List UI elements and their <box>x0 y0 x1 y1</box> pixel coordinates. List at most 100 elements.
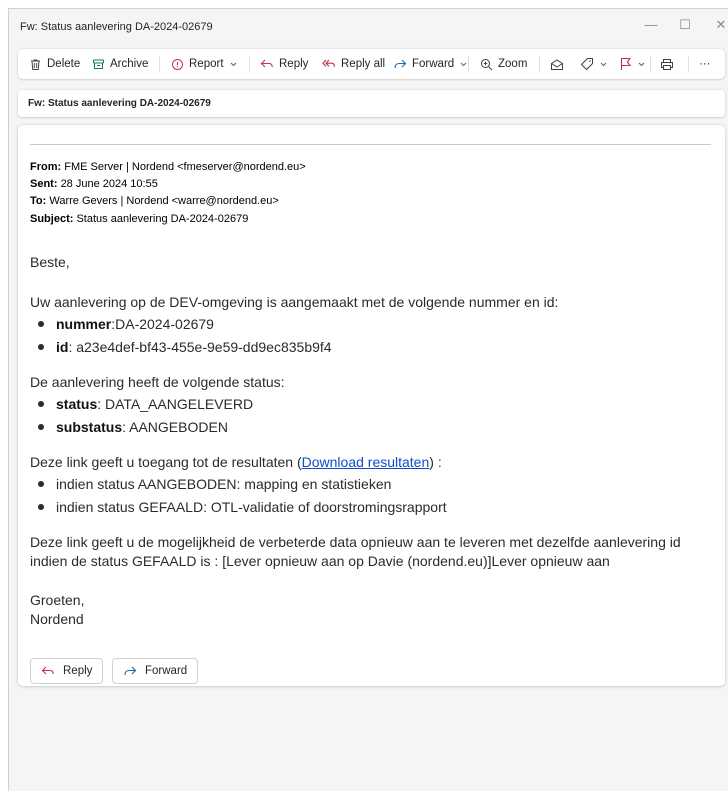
mark-read-button[interactable] <box>550 49 564 79</box>
reply-icon <box>41 665 55 677</box>
toolbar-separator <box>650 56 651 72</box>
zoom-label: Zoom <box>498 58 528 70</box>
bullet <box>38 321 44 328</box>
toolbar-separator <box>159 56 160 72</box>
delete-label: Delete <box>47 58 81 70</box>
from-label: From: <box>30 161 62 173</box>
reply-button[interactable]: Reply <box>260 49 308 79</box>
archive-button[interactable]: Archive <box>91 49 148 79</box>
maximize-button[interactable]: ☐ <box>675 17 695 33</box>
toolbar-separator <box>539 56 540 72</box>
link-post-text: ) : <box>429 454 442 470</box>
message-body: From: FME Server | Nordend <fmeserver@no… <box>18 125 725 686</box>
item-text: indien status AANGEBODEN: mapping en sta… <box>56 476 392 492</box>
toolbar-separator <box>688 56 689 72</box>
subject-bar: Fw: Status aanlevering DA-2024-02679 <box>18 90 725 117</box>
reply-icon <box>260 57 274 71</box>
item-key: nummer <box>56 316 112 332</box>
intro-text: Uw aanlevering op de DEV-omgeving is aan… <box>30 294 559 310</box>
reply-action-button[interactable]: Reply <box>30 658 104 684</box>
flag-button[interactable] <box>618 49 645 79</box>
item-key: substatus <box>56 419 123 435</box>
toolbar-separator <box>468 56 469 72</box>
reply-all-icon <box>322 57 336 71</box>
chevron-down-icon <box>600 62 607 67</box>
close-button[interactable]: ✕ <box>711 17 728 33</box>
bullet <box>38 504 44 511</box>
subject-label: Subject: <box>30 213 74 225</box>
sent-label: Sent: <box>30 178 58 190</box>
list-item: substatus: AANGEBODEN <box>38 419 228 435</box>
flag-icon <box>618 57 632 71</box>
title-bar: Fw: Status aanlevering DA-2024-02679 — ☐… <box>9 9 728 41</box>
shield-warning-icon <box>170 57 184 71</box>
sent-line: Sent: 28 June 2024 10:55 <box>30 178 158 190</box>
window-title: Fw: Status aanlevering DA-2024-02679 <box>20 21 213 33</box>
item-value: : DATA_AANGELEVERD <box>97 396 254 412</box>
item-text: indien status GEFAALD: OTL-validatie of … <box>56 499 447 515</box>
report-button[interactable]: Report <box>170 49 237 79</box>
item-value: : AANGEBODEN <box>122 419 228 435</box>
list-item: status: DATA_AANGELEVERD <box>38 396 253 412</box>
bullet <box>38 481 44 488</box>
header-divider <box>30 144 711 145</box>
trash-icon <box>28 57 42 71</box>
print-button[interactable] <box>660 49 674 79</box>
to-value: Warre Gevers | Nordend <warre@nordend.eu… <box>49 195 279 207</box>
forward-icon <box>123 665 137 677</box>
list-item: nummer:DA-2024-02679 <box>38 316 214 332</box>
reply-label: Reply <box>279 58 309 70</box>
archive-icon <box>91 57 105 71</box>
reply-all-button[interactable]: Reply all <box>322 49 385 79</box>
to-line: To: Warre Gevers | Nordend <warre@norden… <box>30 195 279 207</box>
message-subject: Fw: Status aanlevering DA-2024-02679 <box>28 98 211 109</box>
item-value: :DA-2024-02679 <box>111 316 214 332</box>
list-item: indien status AANGEBODEN: mapping en sta… <box>38 476 391 492</box>
printer-icon <box>660 57 674 71</box>
tag-icon <box>580 57 594 71</box>
reply-action-label: Reply <box>63 665 93 677</box>
redeliver-line-1: Deze link geeft u de mogelijkheid de ver… <box>30 534 681 550</box>
forward-label: Forward <box>412 58 455 70</box>
item-value: : a23e4def-bf43-455e-9e59-dd9ec835b9f4 <box>68 339 332 355</box>
report-label: Report <box>189 58 224 70</box>
subject-line: Subject: Status aanlevering DA-2024-0267… <box>30 213 248 225</box>
delete-button[interactable]: Delete <box>28 49 80 79</box>
from-line: From: FME Server | Nordend <fmeserver@no… <box>30 161 306 173</box>
chevron-down-icon <box>460 62 467 67</box>
more-icon: ··· <box>699 58 711 70</box>
reply-all-label: Reply all <box>341 58 386 70</box>
minimize-button[interactable]: — <box>641 17 661 33</box>
to-label: To: <box>30 195 47 207</box>
archive-label: Archive <box>110 58 149 70</box>
redeliver-line-2: indien de status GEFAALD is : [Lever opn… <box>30 553 610 569</box>
bullet <box>38 401 44 408</box>
more-actions-button[interactable]: ··· <box>699 49 711 79</box>
zoom-button[interactable]: Zoom <box>479 49 527 79</box>
download-results-link[interactable]: Download resultaten <box>302 454 430 470</box>
link-pre-text: Deze link geeft u toegang tot de resulta… <box>30 454 302 470</box>
envelope-open-icon <box>550 57 564 71</box>
bullet <box>38 424 44 431</box>
categorize-button[interactable] <box>580 49 607 79</box>
zoom-icon <box>479 57 493 71</box>
signature: Nordend <box>30 611 84 627</box>
command-toolbar: Delete Archive Report Reply Reply all Fo… <box>18 49 725 79</box>
item-key: id <box>56 339 69 355</box>
list-item: indien status GEFAALD: OTL-validatie of … <box>38 499 447 515</box>
subject-value: Status aanlevering DA-2024-02679 <box>76 213 249 225</box>
chevron-down-icon <box>638 62 645 67</box>
sent-value: 28 June 2024 10:55 <box>60 178 158 190</box>
email-window: Fw: Status aanlevering DA-2024-02679 — ☐… <box>8 8 728 791</box>
link-sentence: Deze link geeft u toegang tot de resulta… <box>30 453 442 471</box>
forward-action-button[interactable]: Forward <box>112 658 199 684</box>
status-intro: De aanlevering heeft de volgende status: <box>30 374 285 390</box>
chevron-down-icon <box>230 62 237 67</box>
forward-button[interactable]: Forward <box>393 49 467 79</box>
toolbar-separator <box>249 56 250 72</box>
item-key: status <box>56 396 98 412</box>
greeting: Beste, <box>30 254 70 270</box>
from-value: FME Server | Nordend <fmeserver@nordend.… <box>64 161 306 173</box>
list-item: id: a23e4def-bf43-455e-9e59-dd9ec835b9f4 <box>38 339 332 355</box>
forward-action-label: Forward <box>145 665 188 677</box>
